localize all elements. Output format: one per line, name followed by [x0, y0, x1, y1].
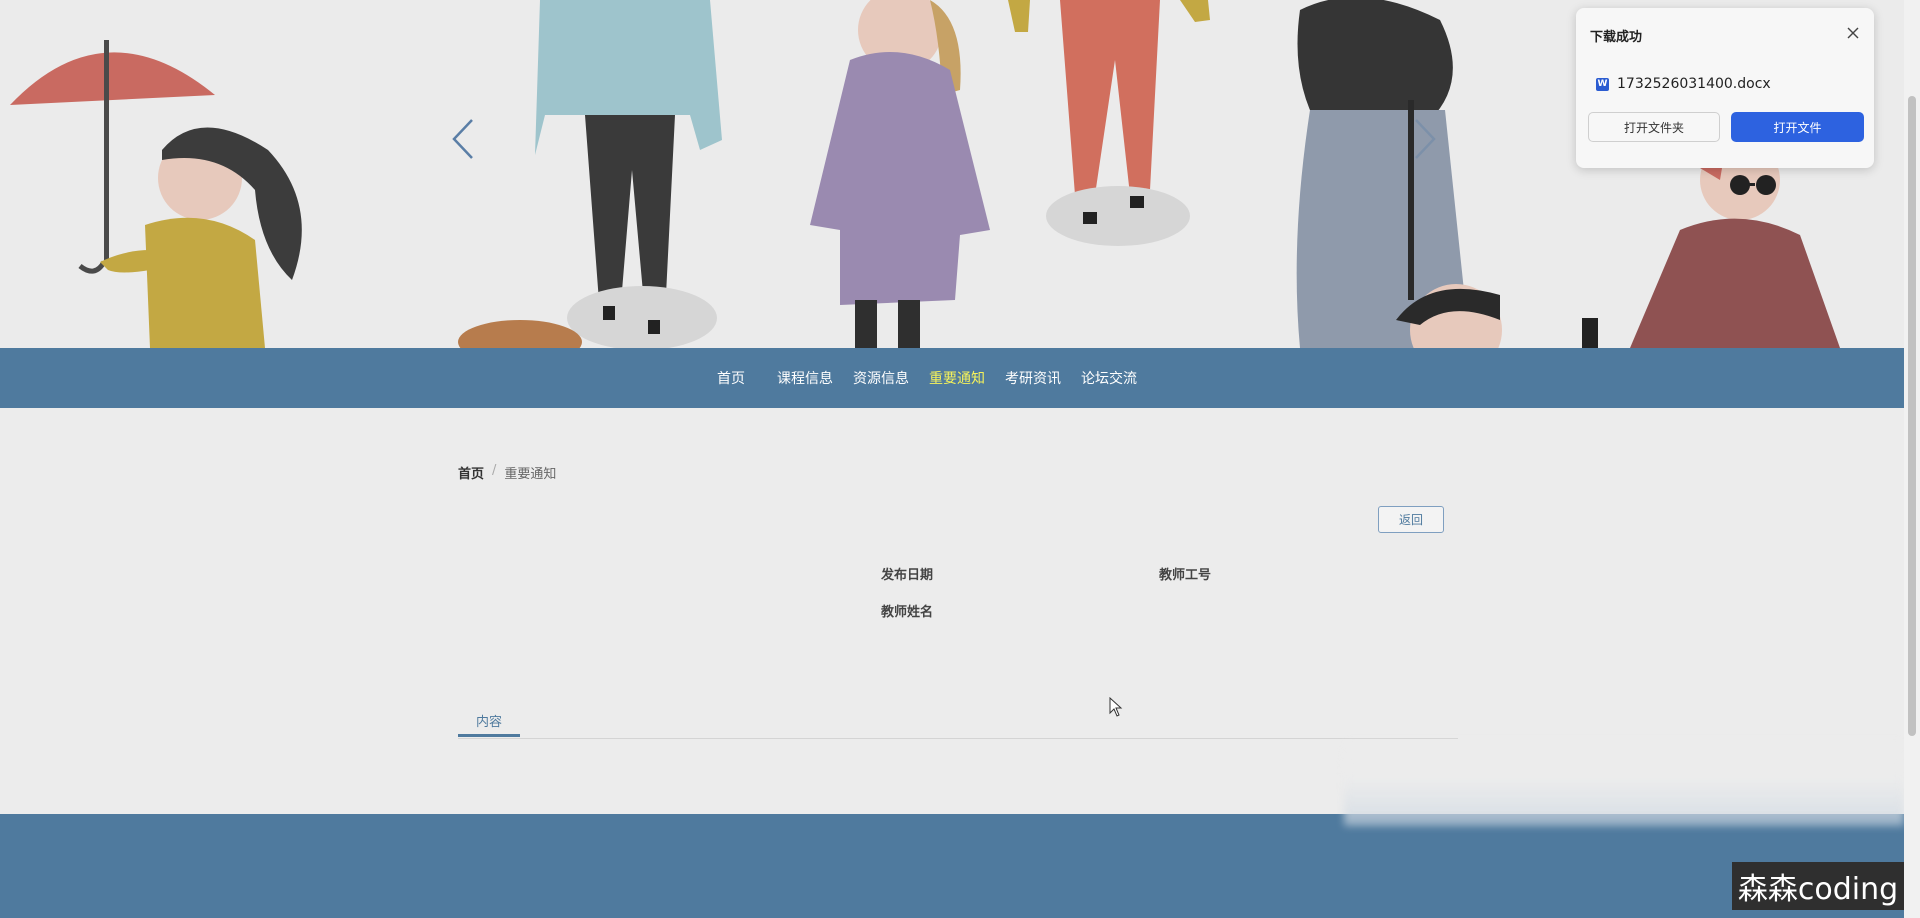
- teacher-id-label: 教师工号: [1159, 568, 1212, 583]
- teacher-name-label: 教师姓名: [881, 605, 934, 620]
- footer: [0, 814, 1904, 918]
- scrollbar-thumb[interactable]: [1908, 96, 1916, 736]
- open-file-button[interactable]: 打开文件: [1731, 112, 1864, 142]
- nav-item-forum[interactable]: 论坛交流: [1079, 368, 1139, 388]
- breadcrumb-home[interactable]: 首页: [458, 463, 484, 482]
- page-scrollbar[interactable]: [1904, 0, 1920, 918]
- watermark: 森森coding: [1732, 862, 1904, 910]
- file-name: 1732526031400.docx: [1617, 76, 1771, 92]
- nav-item-resources[interactable]: 资源信息: [851, 368, 911, 388]
- breadcrumb-separator: /: [492, 463, 497, 478]
- carousel-next-button[interactable]: [1414, 118, 1448, 172]
- publish-date-label: 发布日期: [881, 568, 934, 583]
- footer-blur-overlay: [1344, 736, 1904, 826]
- word-file-icon: W: [1596, 77, 1609, 91]
- chevron-left-icon: [452, 119, 473, 159]
- downloaded-file[interactable]: W 1732526031400.docx: [1596, 76, 1771, 92]
- back-button[interactable]: 返回: [1378, 506, 1444, 533]
- tab-content[interactable]: 内容: [458, 706, 520, 737]
- nav-items: 首页 课程信息 资源信息 重要通知 考研资讯 论坛交流: [715, 368, 1139, 388]
- download-popup: 下载成功 W 1732526031400.docx 打开文件夹 打开文件: [1576, 8, 1874, 168]
- nav-item-home[interactable]: 首页: [715, 368, 747, 388]
- nav-item-exam-news[interactable]: 考研资讯: [1003, 368, 1063, 388]
- carousel-prev-button[interactable]: [452, 118, 486, 172]
- breadcrumb: 首页 / 重要通知: [458, 463, 556, 482]
- chevron-right-icon: [1415, 119, 1436, 159]
- nav-item-courses[interactable]: 课程信息: [775, 368, 835, 388]
- breadcrumb-current: 重要通知: [504, 467, 557, 482]
- nav-item-notices[interactable]: 重要通知: [927, 368, 987, 388]
- popup-close-button[interactable]: [1844, 24, 1862, 42]
- main-nav: 首页 课程信息 资源信息 重要通知 考研资讯 论坛交流: [0, 348, 1904, 408]
- close-icon: [1847, 27, 1859, 39]
- mouse-cursor-icon: [1109, 697, 1123, 717]
- open-folder-button[interactable]: 打开文件夹: [1588, 112, 1720, 142]
- content-tabs: 内容: [458, 706, 1458, 739]
- popup-title: 下载成功: [1590, 30, 1643, 45]
